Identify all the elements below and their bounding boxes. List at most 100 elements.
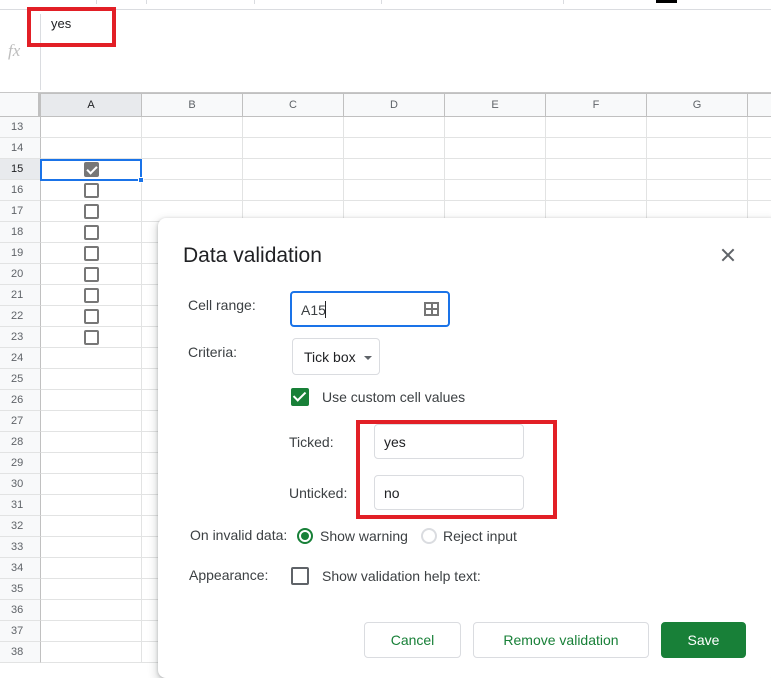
cell-a34[interactable]	[41, 558, 142, 579]
cell-a24[interactable]	[41, 348, 142, 369]
row-header-32[interactable]: 32	[0, 516, 41, 537]
checkbox-unchecked[interactable]	[84, 246, 99, 261]
cell-b13[interactable]	[142, 117, 243, 138]
row-header-14[interactable]: 14	[0, 138, 41, 159]
row-header-31[interactable]: 31	[0, 495, 41, 516]
row-header-29[interactable]: 29	[0, 453, 41, 474]
cell-f14[interactable]	[546, 138, 647, 159]
cell-a26[interactable]	[41, 390, 142, 411]
column-header-d[interactable]: D	[344, 93, 445, 117]
cell-h15[interactable]	[748, 159, 771, 180]
row-header-36[interactable]: 36	[0, 600, 41, 621]
close-icon[interactable]	[719, 246, 737, 264]
column-header-b[interactable]: B	[142, 93, 243, 117]
row-header-37[interactable]: 37	[0, 621, 41, 642]
checkbox-unchecked[interactable]	[84, 330, 99, 345]
use-custom-values-checkbox[interactable]	[291, 388, 309, 406]
checkbox-checked[interactable]	[84, 162, 99, 177]
cell-e14[interactable]	[445, 138, 546, 159]
row-header-16[interactable]: 16	[0, 180, 41, 201]
checkbox-unchecked[interactable]	[84, 288, 99, 303]
column-header-h[interactable]	[748, 93, 771, 117]
cell-e15[interactable]	[445, 159, 546, 180]
row-header-15[interactable]: 15	[0, 159, 41, 180]
cell-f13[interactable]	[546, 117, 647, 138]
row-header-19[interactable]: 19	[0, 243, 41, 264]
cell-a25[interactable]	[41, 369, 142, 390]
cell-f16[interactable]	[546, 180, 647, 201]
row-header-22[interactable]: 22	[0, 306, 41, 327]
checkbox-unchecked[interactable]	[84, 204, 99, 219]
column-header-e[interactable]: E	[445, 93, 546, 117]
cell-g13[interactable]	[647, 117, 748, 138]
cell-a21[interactable]	[41, 285, 142, 306]
row-header-13[interactable]: 13	[0, 117, 41, 138]
cell-a37[interactable]	[41, 621, 142, 642]
cell-b16[interactable]	[142, 180, 243, 201]
cell-h13[interactable]	[748, 117, 771, 138]
cell-a36[interactable]	[41, 600, 142, 621]
cell-a29[interactable]	[41, 453, 142, 474]
cell-b15[interactable]	[142, 159, 243, 180]
row-header-28[interactable]: 28	[0, 432, 41, 453]
cell-e16[interactable]	[445, 180, 546, 201]
cell-d13[interactable]	[344, 117, 445, 138]
checkbox-unchecked[interactable]	[84, 309, 99, 324]
cell-a17[interactable]	[41, 201, 142, 222]
cell-b14[interactable]	[142, 138, 243, 159]
fill-handle[interactable]	[138, 177, 144, 183]
help-text-checkbox[interactable]	[291, 567, 309, 585]
column-header-a[interactable]: A	[41, 93, 142, 117]
row-header-34[interactable]: 34	[0, 558, 41, 579]
select-range-icon[interactable]	[424, 302, 439, 316]
criteria-dropdown[interactable]: Tick box	[292, 338, 380, 375]
row-header-21[interactable]: 21	[0, 285, 41, 306]
cell-a33[interactable]	[41, 537, 142, 558]
row-header-24[interactable]: 24	[0, 348, 41, 369]
row-header-25[interactable]: 25	[0, 369, 41, 390]
cell-a18[interactable]	[41, 222, 142, 243]
reject-input-radio[interactable]	[421, 528, 437, 544]
text-color-swatch[interactable]	[656, 0, 677, 3]
cell-g14[interactable]	[647, 138, 748, 159]
cell-a13[interactable]	[41, 117, 142, 138]
cancel-button[interactable]: Cancel	[364, 622, 461, 658]
row-header-23[interactable]: 23	[0, 327, 41, 348]
cell-a31[interactable]	[41, 495, 142, 516]
column-header-f[interactable]: F	[546, 93, 647, 117]
cell-a23[interactable]	[41, 327, 142, 348]
row-header-17[interactable]: 17	[0, 201, 41, 222]
cell-g16[interactable]	[647, 180, 748, 201]
cell-c14[interactable]	[243, 138, 344, 159]
cell-a22[interactable]	[41, 306, 142, 327]
cell-h14[interactable]	[748, 138, 771, 159]
checkbox-unchecked[interactable]	[84, 225, 99, 240]
row-header-30[interactable]: 30	[0, 474, 41, 495]
cell-a15[interactable]	[41, 159, 142, 180]
column-header-g[interactable]: G	[647, 93, 748, 117]
cell-a27[interactable]	[41, 411, 142, 432]
cell-f15[interactable]	[546, 159, 647, 180]
select-all-corner[interactable]	[0, 93, 41, 117]
cell-g15[interactable]	[647, 159, 748, 180]
row-header-35[interactable]: 35	[0, 579, 41, 600]
row-header-33[interactable]: 33	[0, 537, 41, 558]
cell-d14[interactable]	[344, 138, 445, 159]
save-button[interactable]: Save	[661, 622, 746, 658]
checkbox-unchecked[interactable]	[84, 267, 99, 282]
cell-d16[interactable]	[344, 180, 445, 201]
cell-a16[interactable]	[41, 180, 142, 201]
row-header-26[interactable]: 26	[0, 390, 41, 411]
cell-a28[interactable]	[41, 432, 142, 453]
cell-d15[interactable]	[344, 159, 445, 180]
cell-a32[interactable]	[41, 516, 142, 537]
cell-a30[interactable]	[41, 474, 142, 495]
remove-validation-button[interactable]: Remove validation	[473, 622, 649, 658]
row-header-20[interactable]: 20	[0, 264, 41, 285]
cell-e13[interactable]	[445, 117, 546, 138]
checkbox-unchecked[interactable]	[84, 183, 99, 198]
cell-a35[interactable]	[41, 579, 142, 600]
row-header-18[interactable]: 18	[0, 222, 41, 243]
cell-c16[interactable]	[243, 180, 344, 201]
cell-a38[interactable]	[41, 642, 142, 663]
